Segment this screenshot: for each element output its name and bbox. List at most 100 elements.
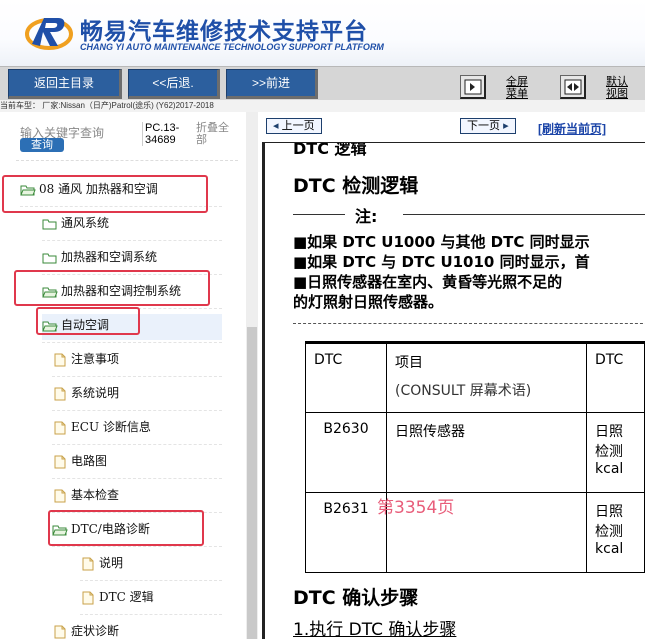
document-icon	[54, 489, 66, 502]
divider	[16, 160, 238, 161]
doc-section-subheading: 1.执行 DTC 确认步骤	[293, 620, 457, 639]
tree-row-divider	[80, 580, 222, 581]
table-header-cell: 项目 (CONSULT 屏幕术语)	[385, 341, 588, 413]
tree-item[interactable]: 电路图	[52, 450, 107, 476]
tree-item-label: 加热器和空调系统	[61, 250, 158, 264]
highlight-box	[2, 175, 208, 213]
table-header-row: DTC 项目 (CONSULT 屏幕术语) DTC	[305, 341, 645, 413]
document-icon	[54, 421, 66, 434]
tree-item[interactable]: 加热器和空调系统	[42, 246, 157, 272]
document-icon	[54, 625, 66, 638]
document-icon	[82, 591, 94, 604]
prev-page-button[interactable]: ◂ 上一页	[266, 118, 322, 134]
document-icon	[82, 557, 94, 570]
table-row: B2630 日照传感器 日照 检测 kcal	[305, 412, 645, 493]
highlight-box	[36, 307, 140, 335]
tree-item[interactable]: ECU 诊断信息	[52, 416, 151, 442]
table-header-cell: DTC	[586, 341, 645, 413]
doc-divider	[293, 323, 645, 324]
doc-heading: DTC 检测逻辑	[293, 175, 419, 197]
tree-item-label: ECU 诊断信息	[71, 420, 151, 434]
tree-item-label: 注意事项	[71, 352, 120, 366]
highlight-box	[14, 270, 210, 306]
tree-row-divider	[52, 410, 222, 411]
arrow-left-icon: ◂	[273, 120, 279, 132]
note-rule-left	[293, 214, 345, 215]
table-cell: B2631	[305, 492, 387, 573]
dtc-table: DTC 项目 (CONSULT 屏幕术语) DTC B2630 日照传感器 日照…	[305, 341, 645, 573]
tree-item-label: 系统说明	[71, 386, 120, 400]
app-header: 畅易汽车维修技术支持平台 CHANG YI AUTO MAINTENANCE T…	[0, 0, 645, 66]
tree-item-label: 电路图	[71, 454, 108, 468]
tree-row-divider	[80, 614, 222, 615]
tree-item[interactable]: 系统说明	[52, 382, 119, 408]
tree-item[interactable]: DTC 逻辑	[80, 586, 154, 612]
search-button[interactable]: 查询	[20, 138, 64, 152]
main-toolbar: 返回主目录 <<后退. >>前进 全屏 菜单 默认 视图	[0, 66, 645, 100]
default-view-icon	[564, 79, 582, 95]
fullscreen-icon	[464, 79, 482, 95]
document-icon	[54, 455, 66, 468]
table-cell: 日照传感器	[385, 412, 588, 493]
next-page-label: 下一页	[467, 120, 500, 132]
home-button[interactable]: 返回主目录	[8, 69, 122, 99]
doc-bullet: 的灯照射日照传感器。	[293, 293, 444, 311]
fullscreen-button[interactable]	[460, 75, 486, 99]
document-icon	[54, 387, 66, 400]
tree-item[interactable]: 基本检查	[52, 484, 119, 510]
folder-icon	[42, 253, 57, 263]
prev-page-label: 上一页	[281, 120, 315, 132]
default-label[interactable]: 默认	[606, 76, 628, 88]
collapse-all-button[interactable]: 折叠全部	[196, 122, 238, 146]
platform-subtitle: CHANG YI AUTO MAINTENANCE TECHNOLOGY SUP…	[80, 42, 384, 52]
arrow-right-icon: ▸	[503, 120, 509, 132]
tree-item-label: 基本检查	[71, 488, 120, 502]
table-header-sub: (CONSULT 屏幕术语)	[395, 383, 532, 399]
fullscreen-label[interactable]: 全屏	[506, 76, 528, 88]
tree-row-divider	[52, 546, 222, 547]
changyi-logo-icon	[25, 18, 73, 50]
doc-bullet: ■如果 DTC U1000 与其他 DTC 同时显示	[293, 233, 590, 251]
page-number-watermark: 第3354页	[377, 498, 455, 518]
tree-row-divider	[42, 342, 222, 343]
tree-scrollbar-thumb[interactable]	[247, 327, 257, 639]
tree-row-divider	[52, 478, 222, 479]
view-label[interactable]: 视图	[606, 88, 628, 100]
table-header-item: 项目	[395, 355, 423, 371]
document-viewer: DTC 逻辑 DTC 检测逻辑 注: ■如果 DTC U1000 与其他 DTC…	[262, 142, 645, 639]
doc-bullet: ■日照传感器在室内、黄昏等光照不足的	[293, 273, 563, 291]
note-rule-right	[403, 214, 645, 215]
menu-label[interactable]: 菜单	[506, 88, 528, 100]
document-icon	[54, 353, 66, 366]
tree-item[interactable]: 说明	[80, 552, 123, 578]
highlight-box	[48, 510, 204, 546]
tree-item-label: 症状诊断	[71, 624, 120, 638]
tree-row-divider	[52, 444, 222, 445]
tree-item-label: DTC 逻辑	[99, 590, 154, 604]
table-cell: 日照 检测 kcal	[586, 412, 645, 493]
table-cell: B2630	[305, 412, 387, 493]
back-button[interactable]: <<后退.	[128, 69, 220, 99]
doc-partial-heading: DTC 逻辑	[293, 142, 367, 158]
tree-item-label: 说明	[99, 556, 124, 570]
doc-bullet: ■如果 DTC 与 DTC U1010 同时显示，首	[293, 253, 590, 271]
tree-item[interactable]: 注意事项	[52, 348, 119, 374]
forward-button[interactable]: >>前进	[226, 69, 318, 99]
platform-title: 畅易汽车维修技术支持平台	[80, 19, 368, 45]
tree-item[interactable]: 通风系统	[42, 212, 109, 238]
refresh-page-link[interactable]: [刷新当前页]	[538, 120, 606, 137]
doc-section-heading: DTC 确认步骤	[293, 587, 419, 609]
pager-bar: ◂ 上一页 下一页 ▸ [刷新当前页]	[262, 112, 645, 142]
next-page-button[interactable]: 下一页 ▸	[460, 118, 516, 134]
doc-code: PC.13-34689	[142, 122, 186, 146]
folder-icon	[42, 219, 57, 229]
table-cell: 日照 检测 kcal	[586, 492, 645, 573]
tree-scrollbar[interactable]	[246, 112, 258, 639]
table-header-cell: DTC	[305, 341, 387, 413]
tree-item[interactable]: 症状诊断	[52, 620, 119, 639]
default-view-button[interactable]	[560, 75, 586, 99]
tree-row-divider	[52, 376, 222, 377]
note-label: 注:	[355, 207, 378, 226]
tree-item-label: 通风系统	[61, 216, 110, 230]
current-vehicle-info: 当前车型： 厂家:Nissan（日产)Patrol(途乐) (Y62)2017-…	[0, 100, 645, 112]
